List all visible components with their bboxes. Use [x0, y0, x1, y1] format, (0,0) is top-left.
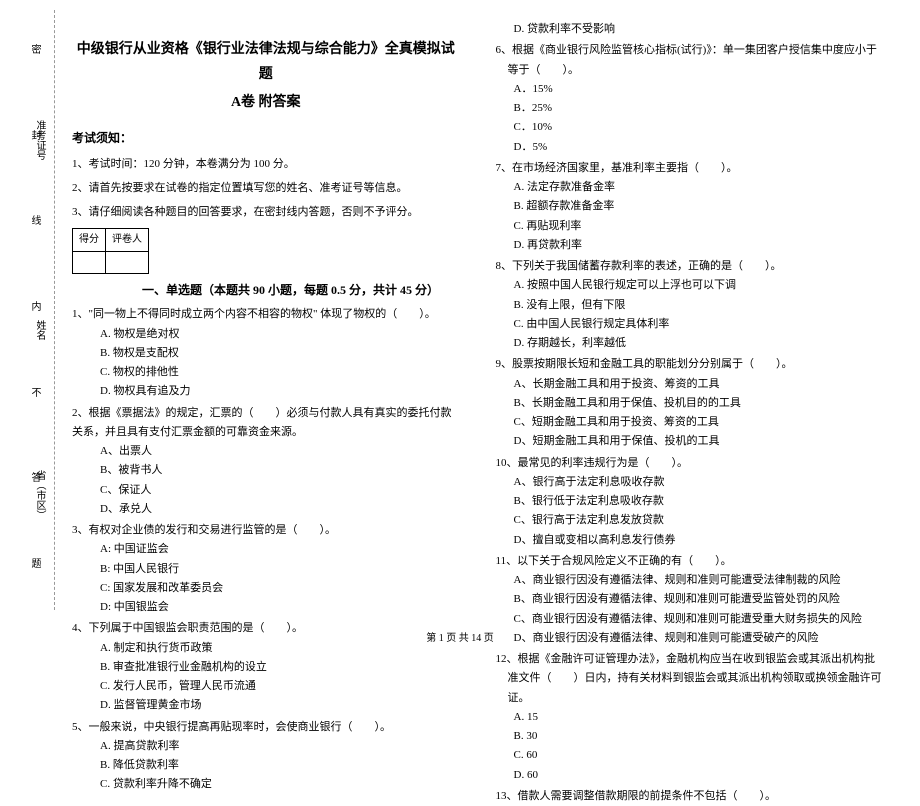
score-table: 得分 评卷人	[72, 228, 149, 274]
q-option: B、商业银行因没有遵循法律、规则和准则可能遭受监管处罚的风险	[496, 590, 884, 609]
q-option: B. 审查批准银行业金融机构的设立	[72, 658, 460, 677]
q-option: D. 再贷款利率	[496, 236, 884, 255]
q-option: B. 超额存款准备金率	[496, 197, 884, 216]
question-5: 5、一般来说，中央银行提高再贴现率时，会使商业银行（ ）。 A. 提高贷款利率 …	[72, 718, 460, 795]
q-option: C. 贷款利率升降不确定	[72, 775, 460, 794]
q-option: B. 30	[496, 727, 884, 746]
q-option: C、商业银行因没有遵循法律、规则和准则可能遭受重大财务损失的风险	[496, 610, 884, 629]
q-option: C. 由中国人民银行规定具体利率	[496, 315, 884, 334]
notice-item: 2、请首先按要求在试卷的指定位置填写您的姓名、准考证号等信息。	[72, 179, 460, 198]
notice-heading: 考试须知：	[72, 128, 460, 149]
q-stem: 8、下列关于我国储蓄存款利率的表述，正确的是（ ）。	[496, 257, 884, 276]
q-option: D、擅自或变相以高利息发行债券	[496, 531, 884, 550]
q-option: C. 60	[496, 746, 884, 765]
province-label: 省（市区）	[32, 470, 47, 520]
q-option: A、出票人	[72, 442, 460, 461]
q-stem: 13、借款人需要调整借款期限的前提条件不包括（ ）。	[496, 787, 884, 806]
q-option: D、短期金融工具和用于保值、投机的工具	[496, 432, 884, 451]
q-option: D. 存期越长，利率越低	[496, 334, 884, 353]
q-option: C、保证人	[72, 481, 460, 500]
right-column: D. 贷款利率不受影响 6、根据《商业银行风险监管核心指标(试行)》：单一集团客…	[478, 20, 896, 620]
question-2: 2、根据《票据法》的规定，汇票的（ ）必须与付款人具有真实的委托付款关系，并且具…	[72, 404, 460, 520]
ticket-label: 准考证号	[32, 120, 47, 160]
q-option: A、商业银行因没有遵循法律、规则和准则可能遭受法律制裁的风险	[496, 571, 884, 590]
question-3: 3、有权对企业债的发行和交易进行监管的是（ ）。 A: 中国证监会 B: 中国人…	[72, 521, 460, 617]
q-stem: 11、以下关于合规风险定义不正确的有（ ）。	[496, 552, 884, 571]
q-option: C．10%	[496, 118, 884, 137]
q-option: C、银行高于法定利息发放贷款	[496, 511, 884, 530]
name-label: 姓名	[32, 320, 47, 340]
q-option: A. 提高贷款利率	[72, 737, 460, 756]
q-stem: 12、根据《金融许可证管理办法》，金融机构应当在收到银监会或其派出机构批准文件（…	[496, 650, 884, 708]
q-option: D. 60	[496, 766, 884, 785]
q-option: D. 贷款利率不受影响	[496, 20, 884, 39]
q-option: C: 国家发展和改革委员会	[72, 579, 460, 598]
q-option: A．15%	[496, 80, 884, 99]
q-option: C. 物权的排他性	[72, 363, 460, 382]
q-option: D. 监督管理黄金市场	[72, 696, 460, 715]
q-stem: 5、一般来说，中央银行提高再贴现率时，会使商业银行（ ）。	[72, 718, 460, 737]
question-1: 1、"同一物上不得同时成立两个内容不相容的物权" 体现了物权的（ ）。 A. 物…	[72, 305, 460, 401]
q-option: B: 中国人民银行	[72, 560, 460, 579]
page-footer: 第 1 页 共 14 页	[0, 629, 920, 644]
q-option: A. 物权是绝对权	[72, 325, 460, 344]
q-stem: 9、股票按期限长短和金融工具的职能划分分别属于（ ）。	[496, 355, 884, 374]
grader-cell: 评卷人	[106, 229, 149, 252]
q-option: C、短期金融工具和用于投资、筹资的工具	[496, 413, 884, 432]
q-option: B、被背书人	[72, 461, 460, 480]
q-option: A. 法定存款准备金率	[496, 178, 884, 197]
notice-item: 3、请仔细阅读各种题目的回答要求，在密封线内答题，否则不予评分。	[72, 203, 460, 222]
q-stem: 6、根据《商业银行风险监管核心指标(试行)》：单一集团客户授信集中度应小于等于（…	[496, 41, 884, 80]
q-option: A、银行高于法定利息吸收存款	[496, 473, 884, 492]
q-option: D. 物权具有追及力	[72, 382, 460, 401]
exam-subtitle: A卷 附答案	[72, 91, 460, 116]
section-1-heading: 一、单选题（本题共 90 小题，每题 0.5 分，共计 45 分）	[72, 280, 460, 301]
q-option: B. 降低贷款利率	[72, 756, 460, 775]
q-stem: 10、最常见的利率违规行为是（ ）。	[496, 454, 884, 473]
q-option: B、长期金融工具和用于保值、投机目的的工具	[496, 394, 884, 413]
q-option: A. 15	[496, 708, 884, 727]
q-option: D．5%	[496, 138, 884, 157]
q-option: A: 中国证监会	[72, 540, 460, 559]
q-option: B. 物权是支配权	[72, 344, 460, 363]
q-option: C. 再贴现利率	[496, 217, 884, 236]
side-form-labels: 省（市区） 姓名 准考证号	[32, 20, 52, 600]
q-stem: 1、"同一物上不得同时成立两个内容不相容的物权" 体现了物权的（ ）。	[72, 305, 460, 324]
score-cell: 得分	[73, 229, 106, 252]
page-body: 中级银行从业资格《银行业法律法规与综合能力》全真模拟试题 A卷 附答案 考试须知…	[0, 0, 920, 620]
notice-item: 1、考试时间：120 分钟，本卷满分为 100 分。	[72, 155, 460, 174]
q-option: D: 中国银监会	[72, 598, 460, 617]
q-stem: 2、根据《票据法》的规定，汇票的（ ）必须与付款人具有真实的委托付款关系，并且具…	[72, 404, 460, 443]
q-stem: 3、有权对企业债的发行和交易进行监管的是（ ）。	[72, 521, 460, 540]
q-option: A. 按照中国人民银行规定可以上浮也可以下调	[496, 276, 884, 295]
q-option: A、长期金融工具和用于投资、筹资的工具	[496, 375, 884, 394]
q-option: B、银行低于法定利息吸收存款	[496, 492, 884, 511]
exam-title: 中级银行从业资格《银行业法律法规与综合能力》全真模拟试题	[72, 38, 460, 87]
q-option: C. 发行人民币，管理人民币流通	[72, 677, 460, 696]
left-column: 中级银行从业资格《银行业法律法规与综合能力》全真模拟试题 A卷 附答案 考试须知…	[60, 20, 478, 620]
q-stem: 7、在市场经济国家里，基准利率主要指（ ）。	[496, 159, 884, 178]
q-option: D、承兑人	[72, 500, 460, 519]
q-option: B．25%	[496, 99, 884, 118]
q-option: B. 没有上限，但有下限	[496, 296, 884, 315]
